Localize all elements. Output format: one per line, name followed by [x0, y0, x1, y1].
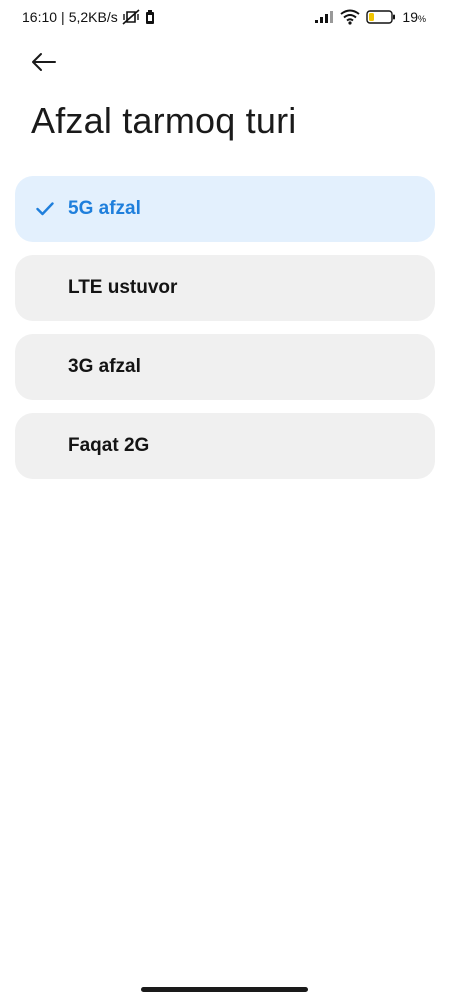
status-net-speed: 5,2KB/s: [68, 9, 118, 25]
status-bar: 16:10 | 5,2KB/s 19%: [0, 0, 450, 36]
network-type-options: 5G afzal LTE ustuvor 3G afzal Faqat 2G: [15, 176, 435, 479]
option-3g-preferred[interactable]: 3G afzal: [15, 334, 435, 400]
back-button[interactable]: [26, 46, 62, 78]
option-label: 3G afzal: [68, 356, 141, 377]
battery-icon: [366, 10, 396, 24]
home-indicator[interactable]: [141, 987, 308, 992]
status-time: 16:10: [22, 9, 58, 25]
option-label: Faqat 2G: [68, 435, 150, 456]
battery-saver-icon: [144, 9, 156, 25]
check-icon: [35, 199, 55, 219]
vibrate-off-icon: [122, 9, 140, 25]
wifi-icon: [340, 9, 361, 25]
battery-percent: 19%: [402, 9, 426, 25]
option-label: 5G afzal: [68, 198, 141, 219]
page-title: Afzal tarmoq turi: [31, 100, 297, 141]
option-2g-only[interactable]: Faqat 2G: [15, 413, 435, 479]
option-label: LTE ustuvor: [68, 277, 178, 298]
option-lte-preferred[interactable]: LTE ustuvor: [15, 255, 435, 321]
signal-icon: [314, 10, 334, 24]
option-5g-preferred[interactable]: 5G afzal: [15, 176, 435, 242]
status-separator: |: [61, 9, 65, 25]
status-right: 19%: [314, 9, 426, 25]
status-left: 16:10 | 5,2KB/s: [22, 9, 156, 25]
arrow-left-icon: [31, 52, 57, 72]
